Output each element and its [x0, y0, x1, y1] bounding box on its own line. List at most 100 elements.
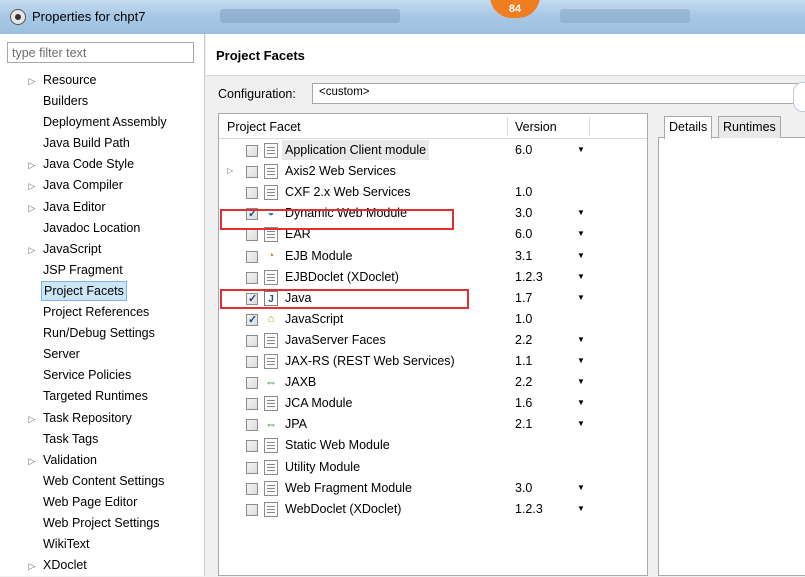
version-dropdown-icon[interactable]: ▼ — [577, 372, 585, 392]
table-row[interactable]: EJBDoclet (XDoclet) 1.2.3 ▼ — [219, 267, 647, 288]
facet-version[interactable]: 1.7 — [515, 288, 532, 308]
version-dropdown-icon[interactable]: ▼ — [577, 288, 585, 308]
table-row[interactable]: Utility Module — [219, 457, 647, 478]
facet-checkbox[interactable] — [246, 310, 258, 330]
nav-item-java-code-style[interactable]: ▷ Java Code Style — [0, 154, 205, 175]
table-row[interactable]: ▷ Axis2 Web Services — [219, 161, 647, 182]
table-row[interactable]: ⌂ JavaScript 1.0 — [219, 309, 647, 330]
table-row[interactable]: ⇔ JAXB 2.2 ▼ — [219, 372, 647, 393]
nav-item-validation[interactable]: ▷ Validation — [0, 450, 205, 471]
configuration-select[interactable]: <custom> ▼ — [312, 83, 805, 104]
nav-item-web-page-editor[interactable]: ▷Web Page Editor — [0, 492, 205, 513]
version-dropdown-icon[interactable]: ▼ — [577, 330, 585, 350]
expand-arrow-icon[interactable]: ▷ — [26, 451, 38, 472]
facet-checkbox[interactable] — [246, 229, 258, 242]
column-header-facet[interactable]: Project Facet — [227, 120, 301, 134]
facet-version[interactable]: 2.1 — [515, 414, 532, 434]
nav-item-resource[interactable]: ▷ Resource — [0, 70, 205, 91]
facet-checkbox[interactable] — [246, 250, 258, 263]
nav-item-javadoc-location[interactable]: ▷Javadoc Location — [0, 218, 205, 239]
column-header-version[interactable]: Version — [515, 120, 557, 134]
expand-arrow-icon[interactable]: ▷ — [26, 240, 38, 261]
nav-item-jsp-fragment[interactable]: ▷JSP Fragment — [0, 260, 205, 281]
facet-version[interactable]: 1.6 — [515, 393, 532, 413]
nav-item-service-policies[interactable]: ▷Service Policies — [0, 365, 205, 386]
facet-checkbox[interactable] — [246, 461, 258, 474]
table-row[interactable]: WebDoclet (XDoclet) 1.2.3 ▼ — [219, 499, 647, 520]
facet-checkbox[interactable] — [246, 271, 258, 284]
expand-arrow-icon[interactable]: ▷ — [26, 556, 38, 577]
facet-version[interactable]: 1.1 — [515, 351, 532, 371]
expand-arrow-icon[interactable]: ▷ — [26, 198, 38, 219]
nav-item-task-repository[interactable]: ▷ Task Repository — [0, 408, 205, 429]
version-dropdown-icon[interactable]: ▼ — [577, 140, 585, 160]
facet-checkbox[interactable] — [246, 145, 258, 157]
facet-version[interactable]: 3.0 — [515, 203, 532, 223]
nav-item-java-compiler[interactable]: ▷ Java Compiler — [0, 175, 205, 196]
table-row[interactable]: EAR 6.0 ▼ — [219, 224, 647, 245]
nav-item-deployment-assembly[interactable]: ▷Deployment Assembly — [0, 112, 205, 133]
filter-input[interactable] — [7, 42, 194, 63]
version-dropdown-icon[interactable]: ▼ — [577, 246, 585, 266]
facet-version[interactable]: 6.0 — [515, 140, 532, 160]
facet-version[interactable]: 6.0 — [515, 224, 532, 244]
version-dropdown-icon[interactable]: ▼ — [577, 393, 585, 413]
expand-arrow-icon[interactable]: ▷ — [26, 71, 38, 92]
facet-checkbox[interactable] — [246, 187, 258, 200]
facet-version[interactable]: 3.0 — [515, 478, 532, 498]
table-row[interactable]: Static Web Module — [219, 435, 647, 456]
facet-version[interactable]: 3.1 — [515, 246, 532, 266]
nav-item-web-content-settings[interactable]: ▷Web Content Settings — [0, 471, 205, 492]
facet-checkbox[interactable] — [246, 356, 258, 368]
nav-item-java-editor[interactable]: ▷ Java Editor — [0, 197, 205, 218]
facet-checkbox[interactable] — [246, 440, 258, 453]
nav-item-task-tags[interactable]: ▷Task Tags — [0, 429, 205, 450]
facet-checkbox[interactable] — [246, 398, 258, 411]
facet-checkbox[interactable] — [246, 204, 258, 224]
table-row[interactable]: Web Fragment Module 3.0 ▼ — [219, 478, 647, 499]
table-row[interactable]: CXF 2.x Web Services 1.0 — [219, 182, 647, 203]
facet-version[interactable]: 1.0 — [515, 309, 532, 329]
expand-arrow-icon[interactable]: ▷ — [26, 176, 38, 197]
facet-checkbox[interactable] — [246, 482, 258, 495]
facet-checkbox[interactable] — [246, 503, 258, 516]
nav-item-web-project-settings[interactable]: ▷Web Project Settings — [0, 513, 205, 534]
table-row[interactable]: ⇔ JPA 2.1 ▼ — [219, 414, 647, 435]
column-divider[interactable] — [507, 117, 508, 136]
tab-details[interactable]: Details — [664, 116, 713, 139]
facet-checkbox[interactable] — [246, 289, 258, 309]
version-dropdown-icon[interactable]: ▼ — [577, 499, 585, 519]
table-row[interactable]: ◔ EJB Module 3.1 ▼ — [219, 246, 647, 267]
nav-item-java-build-path[interactable]: ▷Java Build Path — [0, 133, 205, 154]
facet-checkbox[interactable] — [246, 377, 258, 390]
nav-item-run-debug-settings[interactable]: ▷Run/Debug Settings — [0, 323, 205, 344]
table-row[interactable]: J Java 1.7 ▼ — [219, 288, 647, 309]
facet-version[interactable]: 2.2 — [515, 330, 532, 350]
version-dropdown-icon[interactable]: ▼ — [577, 351, 585, 371]
expand-arrow-icon[interactable]: ▷ — [227, 161, 233, 181]
expand-arrow-icon[interactable]: ▷ — [26, 409, 38, 430]
facet-checkbox[interactable] — [246, 166, 258, 179]
column-divider[interactable] — [589, 117, 590, 136]
version-dropdown-icon[interactable]: ▼ — [577, 267, 585, 287]
nav-item-xdoclet[interactable]: ▷ XDoclet — [0, 555, 205, 576]
scroll-handle[interactable] — [793, 82, 805, 112]
facet-checkbox[interactable] — [246, 334, 258, 347]
table-row[interactable]: ◒ Dynamic Web Module 3.0 ▼ — [219, 203, 647, 224]
version-dropdown-icon[interactable]: ▼ — [577, 414, 585, 434]
table-row[interactable]: Application Client module 6.0 ▼ — [219, 140, 647, 161]
nav-item-project-references[interactable]: ▷Project References — [0, 302, 205, 323]
tab-runtimes[interactable]: Runtimes — [718, 116, 781, 138]
version-dropdown-icon[interactable]: ▼ — [577, 224, 585, 244]
nav-item-targeted-runtimes[interactable]: ▷Targeted Runtimes — [0, 386, 205, 407]
version-dropdown-icon[interactable]: ▼ — [577, 478, 585, 498]
table-row[interactable]: JCA Module 1.6 ▼ — [219, 393, 647, 414]
facet-version[interactable]: 2.2 — [515, 372, 532, 392]
nav-item-project-facets[interactable]: ▷Project Facets — [0, 280, 205, 302]
version-dropdown-icon[interactable]: ▼ — [577, 203, 585, 223]
expand-arrow-icon[interactable]: ▷ — [26, 155, 38, 176]
facet-version[interactable]: 1.0 — [515, 182, 532, 202]
facet-version[interactable]: 1.2.3 — [515, 267, 543, 287]
nav-item-wikitext[interactable]: ▷WikiText — [0, 534, 205, 555]
facet-version[interactable]: 1.2.3 — [515, 499, 543, 519]
